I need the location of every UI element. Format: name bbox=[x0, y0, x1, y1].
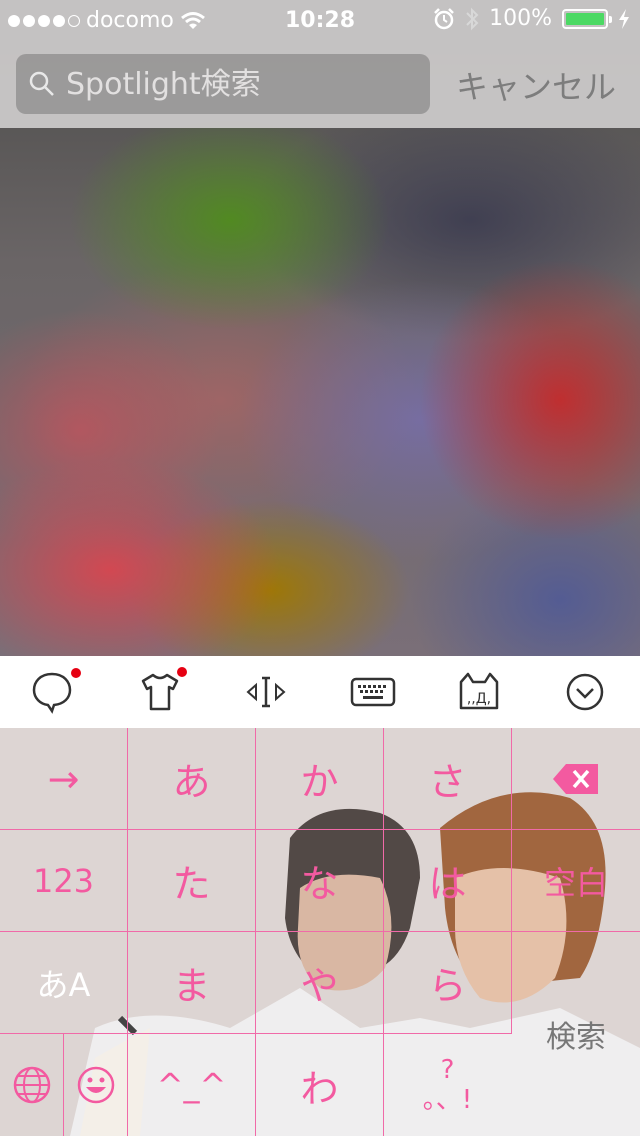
punctuation-key[interactable]: ? 。、! bbox=[384, 1034, 511, 1136]
cursor-move-icon bbox=[246, 676, 286, 708]
theme-button[interactable] bbox=[128, 656, 192, 728]
status-right: 100% bbox=[433, 6, 630, 31]
status-bar: docomo 10:28 100% bbox=[0, 0, 640, 40]
kaomoji-key[interactable]: ^_^ bbox=[128, 1034, 255, 1136]
globe-icon bbox=[13, 1066, 50, 1104]
input-mode-key[interactable]: あA bbox=[0, 932, 127, 1033]
chat-bubble-icon bbox=[32, 672, 72, 714]
backspace-icon bbox=[553, 763, 598, 794]
battery-icon bbox=[562, 8, 612, 29]
punctuation-question: ? bbox=[440, 1055, 455, 1085]
key-ya[interactable]: や bbox=[256, 932, 383, 1033]
keyboard-switch-button[interactable] bbox=[341, 656, 405, 728]
flick-keyboard: → あ か さ 123 た な は 空白 あA ま や ら 検索 ^_^ わ ?… bbox=[0, 728, 640, 1136]
key-sa[interactable]: さ bbox=[384, 728, 511, 829]
notification-dot bbox=[71, 668, 81, 678]
cat-face-icon: ,,Д, bbox=[459, 672, 499, 710]
key-wa[interactable]: わ bbox=[256, 1034, 383, 1136]
key-a[interactable]: あ bbox=[128, 728, 255, 829]
alarm-icon bbox=[434, 7, 454, 29]
search-icon bbox=[29, 71, 54, 96]
battery-percent: 100% bbox=[489, 6, 552, 31]
search-input[interactable] bbox=[64, 65, 408, 103]
key-na[interactable]: な bbox=[256, 830, 383, 931]
keyboard-toolbar: ,,Д, bbox=[0, 656, 640, 728]
charging-bolt-icon bbox=[619, 8, 629, 29]
number-mode-key[interactable]: 123 bbox=[0, 830, 127, 931]
svg-text:,,Д,: ,,Д, bbox=[467, 691, 491, 707]
close-keyboard-button[interactable] bbox=[553, 656, 617, 728]
cursor-move-button[interactable] bbox=[234, 656, 298, 728]
arrow-right-key[interactable]: → bbox=[0, 728, 127, 829]
emoticon-button[interactable]: ,,Д, bbox=[447, 656, 511, 728]
bluetooth-icon bbox=[466, 7, 479, 30]
globe-key[interactable] bbox=[0, 1034, 63, 1136]
spotlight-header: docomo 10:28 100% Spotlight検索 キャンセル bbox=[0, 0, 640, 128]
key-ma[interactable]: ま bbox=[128, 932, 255, 1033]
key-ha[interactable]: は bbox=[384, 830, 511, 931]
delete-key[interactable] bbox=[512, 728, 640, 829]
key-ka[interactable]: か bbox=[256, 728, 383, 829]
cancel-button[interactable]: キャンセル bbox=[456, 62, 616, 108]
key-ra[interactable]: ら bbox=[384, 932, 511, 1033]
keyboard-icon bbox=[350, 677, 396, 707]
punctuation-marks: 。、! bbox=[422, 1085, 473, 1115]
space-key[interactable]: 空白 bbox=[512, 830, 640, 931]
emoji-key[interactable] bbox=[64, 1034, 127, 1136]
key-ta[interactable]: た bbox=[128, 830, 255, 931]
chevron-down-icon bbox=[566, 673, 604, 711]
shirt-icon bbox=[141, 673, 179, 711]
smiley-icon bbox=[77, 1066, 114, 1104]
search-key[interactable]: 検索 bbox=[512, 932, 640, 1136]
chat-bubble-button[interactable] bbox=[20, 656, 84, 728]
notification-dot bbox=[177, 667, 187, 677]
spotlight-search-field[interactable] bbox=[16, 54, 430, 114]
